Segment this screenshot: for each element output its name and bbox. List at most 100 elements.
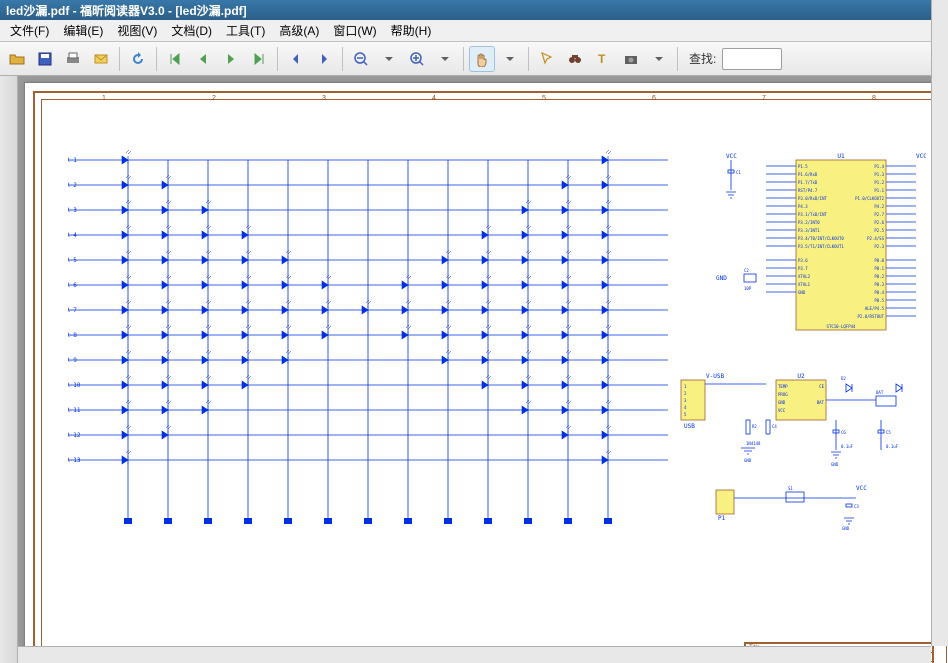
menu-edit[interactable]: 编辑(E) xyxy=(57,20,109,41)
menu-bar: 文件(F) 编辑(E) 视图(V) 文档(D) 工具(T) 高级(A) 窗口(W… xyxy=(0,20,948,42)
svg-text:R-8: R-8 xyxy=(68,332,77,339)
svg-text:ALE/P4.5: ALE/P4.5 xyxy=(865,306,885,311)
svg-text:R-10: R-10 xyxy=(68,382,81,389)
svg-text:P1.2: P1.2 xyxy=(874,180,884,185)
menu-window[interactable]: 窗口(W) xyxy=(327,20,382,41)
svg-text:R-1: R-1 xyxy=(68,157,77,164)
menu-file[interactable]: 文件(F) xyxy=(4,20,55,41)
svg-text:USB: USB xyxy=(684,423,695,430)
separator xyxy=(677,47,678,71)
svg-text:P2.5: P2.5 xyxy=(874,228,884,233)
svg-text:GND: GND xyxy=(842,526,850,530)
svg-text:R-5: R-5 xyxy=(68,257,77,264)
zoom-dropdown[interactable] xyxy=(376,46,402,72)
svg-text:PROG: PROG xyxy=(778,392,788,397)
menu-tools[interactable]: 工具(T) xyxy=(220,20,271,41)
ruler-col: 6 xyxy=(652,95,656,102)
svg-text:P4.2: P4.2 xyxy=(874,204,884,209)
reload-button[interactable] xyxy=(125,46,151,72)
svg-text:P2.7: P2.7 xyxy=(874,212,884,217)
svg-text:D2: D2 xyxy=(841,376,846,381)
svg-text:GND: GND xyxy=(798,290,806,295)
ruler-col: 2 xyxy=(212,95,216,102)
led-array-schematic: R-1R-2R-3 R-4R-5R-6 R-7R-8R-9 R-10R-11R-… xyxy=(68,140,678,540)
svg-text:V-USB: V-USB xyxy=(706,373,724,380)
binoculars-button[interactable] xyxy=(562,46,588,72)
separator xyxy=(119,47,120,71)
svg-text:S1: S1 xyxy=(788,486,793,491)
ruler-col: 8 xyxy=(872,95,876,102)
svg-text:GND: GND xyxy=(831,462,839,467)
horizontal-scrollbar[interactable] xyxy=(18,646,931,663)
first-page-button[interactable] xyxy=(162,46,188,72)
svg-text:BAT: BAT xyxy=(817,400,825,405)
email-button[interactable] xyxy=(88,46,114,72)
svg-text:P1.6/RxD: P1.6/RxD xyxy=(798,172,818,177)
hand-dropdown[interactable] xyxy=(497,46,523,72)
svg-text:STC10-LQFP44: STC10-LQFP44 xyxy=(827,324,856,329)
svg-text:R-12: R-12 xyxy=(68,432,81,439)
svg-text:C4: C4 xyxy=(772,424,777,429)
open-button[interactable] xyxy=(4,46,30,72)
forward-button[interactable] xyxy=(311,46,337,72)
svg-text:GND: GND xyxy=(716,275,727,282)
separator xyxy=(156,47,157,71)
snapshot-dropdown[interactable] xyxy=(646,46,672,72)
svg-text:C6: C6 xyxy=(841,430,846,435)
svg-text:C2: C2 xyxy=(744,268,749,273)
usb-charger-schematic: 12 34 5 USB V-USB TEMPPROG GNDVCC CE BAT… xyxy=(676,370,926,530)
svg-text:P3.5/T1/INT/CLKOUT1: P3.5/T1/INT/CLKOUT1 xyxy=(798,244,844,249)
menu-advanced[interactable]: 高级(A) xyxy=(273,20,325,41)
sidebar-panel[interactable] xyxy=(0,76,18,663)
vertical-scrollbar[interactable] xyxy=(931,0,948,646)
zoom-dropdown2[interactable] xyxy=(432,46,458,72)
svg-text:VCC: VCC xyxy=(778,408,786,413)
svg-text:P3.1/TxD/INT: P3.1/TxD/INT xyxy=(798,212,827,217)
svg-text:P0.2: P0.2 xyxy=(874,274,884,279)
document-area[interactable]: 1 2 3 4 5 6 7 8 xyxy=(18,76,948,663)
last-page-button[interactable] xyxy=(246,46,272,72)
zoom-out-button[interactable] xyxy=(348,46,374,72)
ruler-col: 5 xyxy=(542,95,546,102)
text-select-button[interactable]: T xyxy=(590,46,616,72)
menu-document[interactable]: 文档(D) xyxy=(165,20,218,41)
svg-text:P4.3: P4.3 xyxy=(798,204,808,209)
svg-text:R-9: R-9 xyxy=(68,357,77,364)
select-tool-button[interactable] xyxy=(534,46,560,72)
svg-text:T: T xyxy=(598,52,606,66)
print-button[interactable] xyxy=(60,46,86,72)
svg-text:P1.5: P1.5 xyxy=(798,164,808,169)
svg-text:XTAL2: XTAL2 xyxy=(798,274,811,279)
svg-text:R-11: R-11 xyxy=(68,407,81,414)
prev-page-button[interactable] xyxy=(190,46,216,72)
mcu-schematic: STC10-LQFP44 U1 xyxy=(716,150,926,350)
hand-tool-button[interactable] xyxy=(469,46,495,72)
window-title: led沙漏.pdf - 福昕阅读器V3.0 - [led沙漏.pdf] xyxy=(6,2,247,19)
menu-view[interactable]: 视图(V) xyxy=(111,20,163,41)
svg-text:P3.0/RxD/INT: P3.0/RxD/INT xyxy=(798,196,827,201)
svg-text:R-7: R-7 xyxy=(68,307,77,314)
svg-text:XTAL1: XTAL1 xyxy=(798,282,811,287)
svg-text:BAT: BAT xyxy=(876,390,884,395)
svg-text:P0.4: P0.4 xyxy=(874,290,884,295)
svg-text:P2.0/RSTOUT: P2.0/RSTOUT xyxy=(858,314,885,319)
menu-help[interactable]: 帮助(H) xyxy=(385,20,438,41)
svg-text:P1.7/TxD: P1.7/TxD xyxy=(798,180,818,185)
snapshot-button[interactable] xyxy=(618,46,644,72)
svg-text:R-6: R-6 xyxy=(68,282,77,289)
pdf-page: 1 2 3 4 5 6 7 8 xyxy=(24,82,948,663)
separator xyxy=(342,47,343,71)
svg-text:P0.0: P0.0 xyxy=(874,258,884,263)
save-button[interactable] xyxy=(32,46,58,72)
back-button[interactable] xyxy=(283,46,309,72)
zoom-in-button[interactable] xyxy=(404,46,430,72)
search-box[interactable] xyxy=(722,48,782,70)
svg-text:P0.3: P0.3 xyxy=(874,282,884,287)
ruler-col: 1 xyxy=(102,95,106,102)
svg-text:R-4: R-4 xyxy=(68,232,77,239)
svg-text:P2.4/SS: P2.4/SS xyxy=(867,236,884,241)
svg-text:GND: GND xyxy=(778,400,786,405)
svg-text:VCC: VCC xyxy=(856,485,867,492)
svg-text:U1: U1 xyxy=(837,153,845,160)
next-page-button[interactable] xyxy=(218,46,244,72)
